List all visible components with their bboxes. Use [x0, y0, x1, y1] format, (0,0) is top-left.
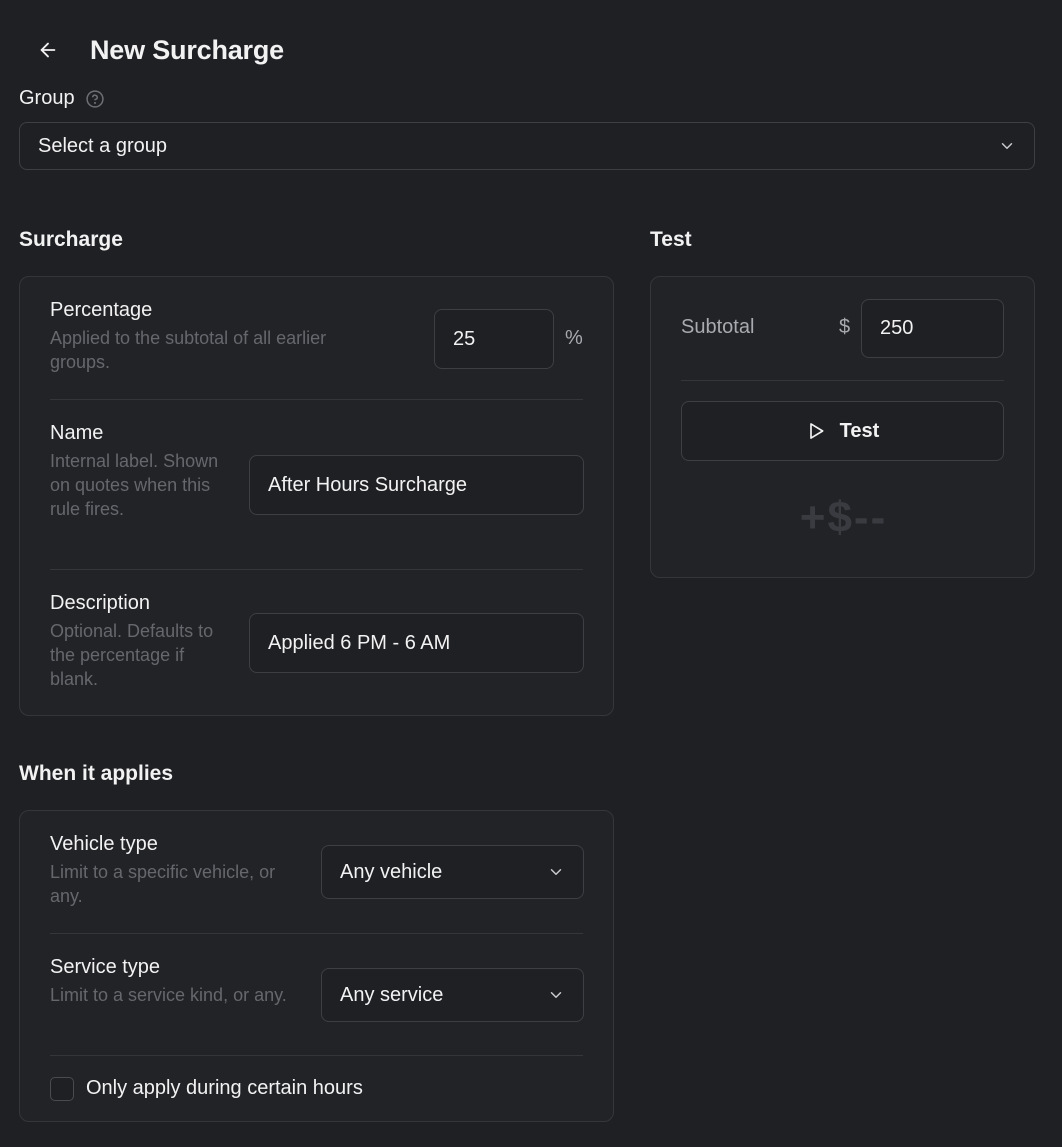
description-row: Description Optional. Defaults to the pe…: [50, 592, 225, 691]
applies-card: Vehicle type Limit to a specific vehicle…: [19, 810, 614, 1122]
group-label-row: Group: [19, 87, 105, 110]
new-surcharge-page: New Surcharge Group Select a group Surch…: [0, 0, 1062, 1147]
name-row: Name Internal label. Shown on quotes whe…: [50, 422, 225, 521]
group-select-value: Select a group: [38, 134, 167, 157]
vehicle-row: Vehicle type Limit to a specific vehicle…: [50, 833, 300, 908]
test-button-label: Test: [839, 419, 880, 442]
divider: [50, 569, 583, 570]
applies-section-title: When it applies: [19, 762, 174, 785]
test-button[interactable]: Test: [681, 401, 1004, 461]
surcharge-section-title: Surcharge: [19, 228, 123, 251]
back-button[interactable]: [30, 32, 66, 68]
test-card: Subtotal $ Test +$--: [650, 276, 1035, 578]
description-input[interactable]: [249, 613, 584, 673]
chevron-down-icon: [550, 992, 562, 998]
percentage-unit: %: [565, 327, 583, 349]
vehicle-type-value: Any vehicle: [340, 860, 443, 883]
test-result: +$--: [799, 493, 888, 542]
vehicle-label: Vehicle type: [50, 833, 158, 855]
description-label: Description: [50, 592, 151, 614]
name-input[interactable]: [249, 455, 584, 515]
name-label: Name: [50, 422, 104, 444]
service-label: Service type: [50, 956, 161, 978]
certain-hours-checkbox[interactable]: [50, 1077, 74, 1101]
vehicle-help: Limit to a specific vehicle, or any.: [50, 862, 276, 906]
page-header: New Surcharge: [30, 30, 284, 70]
certain-hours-label[interactable]: Only apply during certain hours: [86, 1077, 363, 1100]
surcharge-card: Percentage Applied to the subtotal of al…: [19, 276, 614, 716]
test-section-title: Test: [650, 228, 692, 251]
service-type-select[interactable]: Any service: [321, 968, 584, 1022]
service-row: Service type Limit to a service kind, or…: [50, 956, 300, 1007]
divider: [50, 1055, 583, 1056]
description-help: Optional. Defaults to the percentage if …: [50, 621, 214, 689]
page-title: New Surcharge: [90, 34, 284, 65]
name-help: Internal label. Shown on quotes when thi…: [50, 451, 219, 519]
service-help: Limit to a service kind, or any.: [50, 985, 287, 1005]
vehicle-type-select[interactable]: Any vehicle: [321, 845, 584, 899]
percentage-label: Percentage: [50, 299, 153, 321]
question-circle-icon[interactable]: [85, 89, 105, 109]
play-icon: [809, 423, 824, 439]
subtotal-input[interactable]: [861, 299, 1004, 358]
percentage-input[interactable]: [434, 309, 554, 369]
percentage-row: Percentage Applied to the subtotal of al…: [50, 299, 390, 374]
arrow-left-icon: [40, 42, 56, 58]
group-label: Group: [19, 87, 75, 109]
chevron-down-icon: [550, 869, 562, 875]
percentage-help: Applied to the subtotal of all earlier g…: [50, 328, 327, 372]
currency-symbol: $: [839, 316, 851, 338]
chevron-down-icon: [1001, 143, 1013, 149]
group-select[interactable]: Select a group: [19, 122, 1035, 170]
divider: [50, 933, 583, 934]
divider: [50, 399, 583, 400]
subtotal-label: Subtotal: [681, 316, 755, 338]
service-type-value: Any service: [340, 983, 444, 1006]
divider: [681, 380, 1004, 381]
